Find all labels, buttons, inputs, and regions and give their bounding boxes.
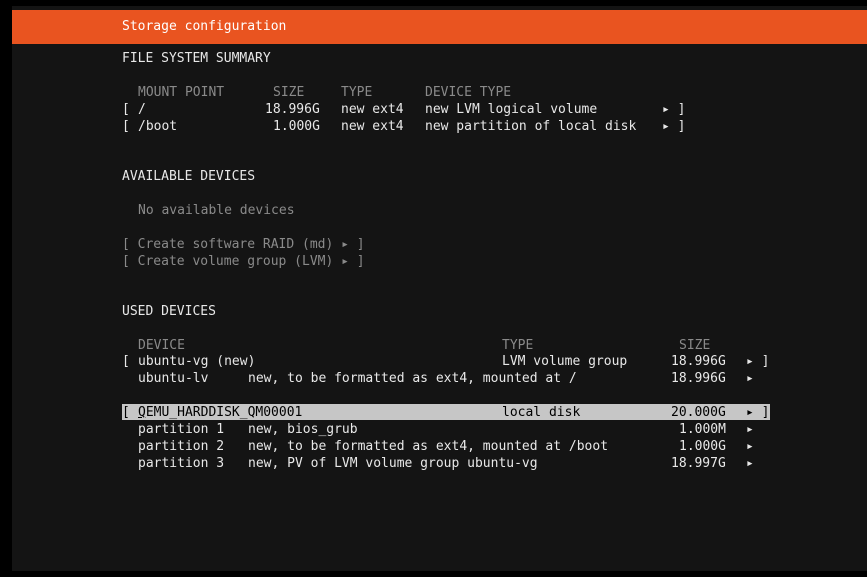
mount-point: /boot bbox=[138, 119, 178, 134]
header-bar: Storage configuration bbox=[12, 10, 867, 44]
partition-description: new, to be formatted as ext4, mounted at… bbox=[248, 439, 609, 454]
partition-name: partition 1 bbox=[138, 422, 225, 437]
partition-description: new, PV of LVM volume group ubuntu-vg bbox=[248, 456, 538, 471]
device-size: 20.000G bbox=[671, 405, 726, 420]
partition-name: partition 2 bbox=[138, 439, 225, 454]
fs-type: new ext4 bbox=[341, 119, 404, 134]
device-type: new partition of local disk bbox=[425, 119, 637, 134]
screen: Storage configuration FILE SYSTEM SUMMAR… bbox=[0, 0, 867, 577]
size: 18.996G bbox=[265, 102, 320, 117]
device-name-rest: EMU_HARDDISK_QM00001 bbox=[145, 405, 303, 420]
device-name: QEMU_HARDDISK_QM00001 bbox=[138, 404, 302, 421]
col-size: SIZE bbox=[273, 85, 305, 100]
mount-point: / bbox=[138, 102, 146, 117]
partition-size: 1.000G bbox=[679, 439, 726, 454]
row-open-bracket: [ bbox=[122, 354, 130, 369]
col-size: SIZE bbox=[679, 338, 711, 353]
device-size: 18.996G bbox=[671, 354, 726, 369]
device-description: new, to be formatted as ext4, mounted at… bbox=[248, 371, 577, 386]
device-name: ubuntu-vg (new) bbox=[138, 354, 256, 369]
device-type: new LVM logical volume bbox=[425, 102, 598, 117]
col-device-type: DEVICE TYPE bbox=[425, 85, 512, 100]
row-menu-arrow[interactable]: ▸ ] bbox=[746, 404, 769, 421]
row-menu-arrow[interactable]: ▸ bbox=[746, 421, 754, 438]
device-name: ubuntu-lv bbox=[138, 371, 209, 386]
row-open-bracket: [ bbox=[122, 102, 130, 117]
row-open-bracket: [ bbox=[122, 405, 130, 420]
create-raid-button[interactable]: [ Create software RAID (md) ▸ ] bbox=[122, 236, 365, 253]
row-menu-arrow[interactable]: ▸ ] bbox=[662, 101, 685, 118]
size: 1.000G bbox=[273, 119, 320, 134]
row-menu-arrow[interactable]: ▸ bbox=[746, 370, 754, 387]
device-type: LVM volume group bbox=[502, 354, 628, 369]
device-size: 18.996G bbox=[671, 371, 726, 386]
page-title: Storage configuration bbox=[122, 19, 287, 34]
row-menu-arrow[interactable]: ▸ ] bbox=[662, 118, 685, 135]
partition-size: 1.000M bbox=[679, 422, 726, 437]
partition-name: partition 3 bbox=[138, 456, 225, 471]
col-type: TYPE bbox=[502, 338, 534, 353]
row-menu-arrow[interactable]: ▸ ] bbox=[746, 353, 769, 370]
partition-description: new, bios_grub bbox=[248, 422, 358, 437]
device-type: local disk bbox=[502, 405, 581, 420]
cursor-char: Q bbox=[138, 405, 146, 420]
fs-summary-heading: FILE SYSTEM SUMMARY bbox=[122, 51, 271, 66]
row-open-bracket: [ bbox=[122, 119, 130, 134]
create-lvm-button[interactable]: [ Create volume group (LVM) ▸ ] bbox=[122, 253, 365, 270]
col-device: DEVICE bbox=[138, 338, 185, 353]
col-type: TYPE bbox=[341, 85, 373, 100]
fs-type: new ext4 bbox=[341, 102, 404, 117]
row-menu-arrow[interactable]: ▸ bbox=[746, 438, 754, 455]
col-mount-point: MOUNT POINT bbox=[138, 85, 225, 100]
row-menu-arrow[interactable]: ▸ bbox=[746, 455, 754, 472]
partition-size: 18.997G bbox=[671, 456, 726, 471]
used-heading: USED DEVICES bbox=[122, 304, 216, 319]
available-heading: AVAILABLE DEVICES bbox=[122, 169, 256, 184]
no-available-devices: No available devices bbox=[138, 203, 295, 218]
